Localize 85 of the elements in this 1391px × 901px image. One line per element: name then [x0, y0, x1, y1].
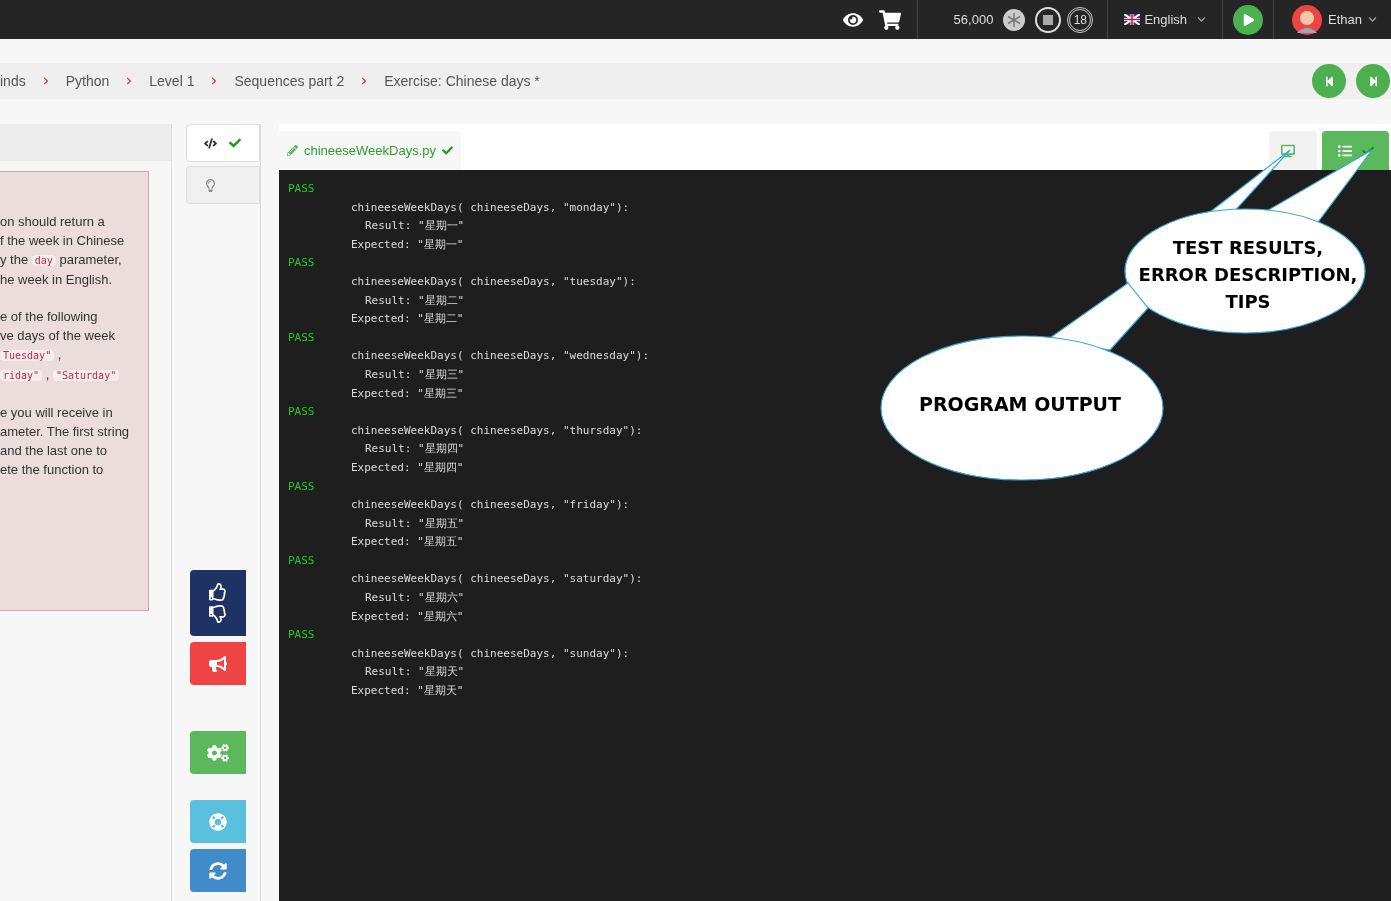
skip-forward-icon: [1367, 75, 1379, 87]
chevron-right-icon: [41, 77, 50, 85]
points-count: 56,000: [953, 10, 994, 29]
status-label: PASS: [288, 627, 315, 644]
breadcrumb-link[interactable]: Exercise: Chinese days *: [384, 70, 540, 92]
test-call: chineeseWeekDays( chineeseDays, "thursday"):: [350, 422, 643, 439]
snowflake-icon[interactable]: [1003, 8, 1026, 31]
output-tab[interactable]: [1269, 131, 1317, 170]
expected-line: Expected: "星期天": [350, 683, 464, 700]
test-call: chineeseWeekDays( chineeseDays, "sunday"):: [350, 645, 630, 662]
lightbulb-icon: [204, 178, 217, 192]
expected-line: Expected: "星期一": [350, 236, 464, 253]
language-dropdown[interactable]: English: [1108, 9, 1222, 30]
chevron-down-icon: [1197, 15, 1206, 24]
description-line: f the week in Chinese: [0, 232, 126, 250]
chevron-right-icon: [125, 77, 134, 85]
thumbs-up-icon[interactable]: [209, 583, 227, 601]
breadcrumb-link[interactable]: Sequences part 2: [234, 70, 345, 92]
description-line: y the day parameter,: [0, 251, 123, 269]
description-line: e you will receive in: [0, 404, 114, 422]
gears-icon: [207, 741, 229, 764]
user-menu[interactable]: Ethan: [1274, 4, 1391, 35]
description-line: and the last one to: [0, 442, 108, 460]
reset-button[interactable]: [190, 849, 246, 892]
expected-line: Expected: "星期四": [350, 459, 464, 476]
test-call: chineeseWeekDays( chineeseDays, "wednesday"):: [350, 348, 649, 365]
lifebuoy-icon: [209, 812, 227, 831]
description-line: e of the following: [0, 308, 99, 326]
breadcrumb-link[interactable]: Level 1: [149, 70, 195, 92]
description-line: Tuesday" ,: [0, 345, 148, 365]
result-line: Result: "星期二": [364, 292, 465, 309]
description-line: ete the function to: [0, 461, 105, 479]
rating-buttons[interactable]: [190, 570, 246, 636]
expected-line: Expected: "星期五": [350, 534, 464, 551]
flag-icon: [1124, 14, 1141, 25]
breadcrumb-link[interactable]: Python: [65, 70, 110, 92]
megaphone-icon: [209, 654, 227, 673]
refresh-icon: [209, 861, 227, 880]
cart-icon[interactable]: [878, 8, 901, 31]
previous-button[interactable]: [1312, 64, 1346, 98]
pencil-icon: [287, 145, 298, 156]
status-label: PASS: [288, 552, 315, 569]
chevron-down-icon: [1368, 15, 1377, 24]
result-line: Result: "星期六": [364, 590, 465, 607]
play-icon: [1243, 13, 1255, 26]
next-button[interactable]: [1356, 64, 1390, 98]
skip-back-icon: [1323, 75, 1335, 87]
status-label: PASS: [288, 404, 315, 421]
settings-button[interactable]: [190, 731, 246, 774]
result-line: Result: "星期三": [364, 366, 465, 383]
chevron-right-icon: [360, 77, 369, 85]
breadcrumb-link[interactable]: inds: [0, 70, 26, 92]
avatar-icon: [1292, 4, 1322, 35]
status-label: PASS: [288, 181, 315, 197]
test-call: chineeseWeekDays( chineeseDays, "saturday"):: [350, 571, 643, 588]
result-line: Result: "星期一": [364, 218, 465, 235]
description-line: ameter. The first string: [0, 423, 131, 441]
result-line: Result: "星期四": [364, 441, 465, 458]
help-button[interactable]: [190, 800, 246, 843]
tests-tab[interactable]: [1322, 131, 1389, 170]
chevron-right-icon: [210, 77, 219, 85]
description-line: on should return a: [0, 213, 106, 231]
description-line: he week in English.: [0, 271, 113, 289]
code-icon: [204, 136, 217, 150]
stop-icon[interactable]: [1035, 6, 1062, 33]
test-call: chineeseWeekDays( chineeseDays, "friday"):: [350, 497, 630, 514]
thumbs-down-icon[interactable]: [209, 605, 227, 623]
run-button[interactable]: [1233, 4, 1263, 35]
status-label: PASS: [288, 329, 315, 346]
description-line: ve days of the week: [0, 327, 116, 345]
expected-line: Expected: "星期六": [350, 608, 464, 625]
test-call: chineeseWeekDays( chineeseDays, "monday"):: [350, 199, 630, 216]
file-name: chineeseWeekDays.py: [304, 141, 436, 160]
test-call: chineeseWeekDays( chineeseDays, "tuesday"):: [350, 273, 636, 290]
code-tab[interactable]: [186, 124, 260, 162]
list-icon: [1337, 143, 1352, 158]
result-line: Result: "星期天": [364, 664, 465, 681]
report-button[interactable]: [190, 642, 246, 685]
expected-line: Expected: "星期二": [350, 311, 464, 328]
monitor-icon: [1280, 143, 1295, 158]
expected-line: Expected: "星期三": [350, 385, 464, 402]
status-label: PASS: [288, 255, 315, 272]
description-line: riday" , "Saturday": [0, 365, 148, 385]
status-label: PASS: [288, 478, 315, 495]
result-line: Result: "星期五": [364, 515, 465, 532]
